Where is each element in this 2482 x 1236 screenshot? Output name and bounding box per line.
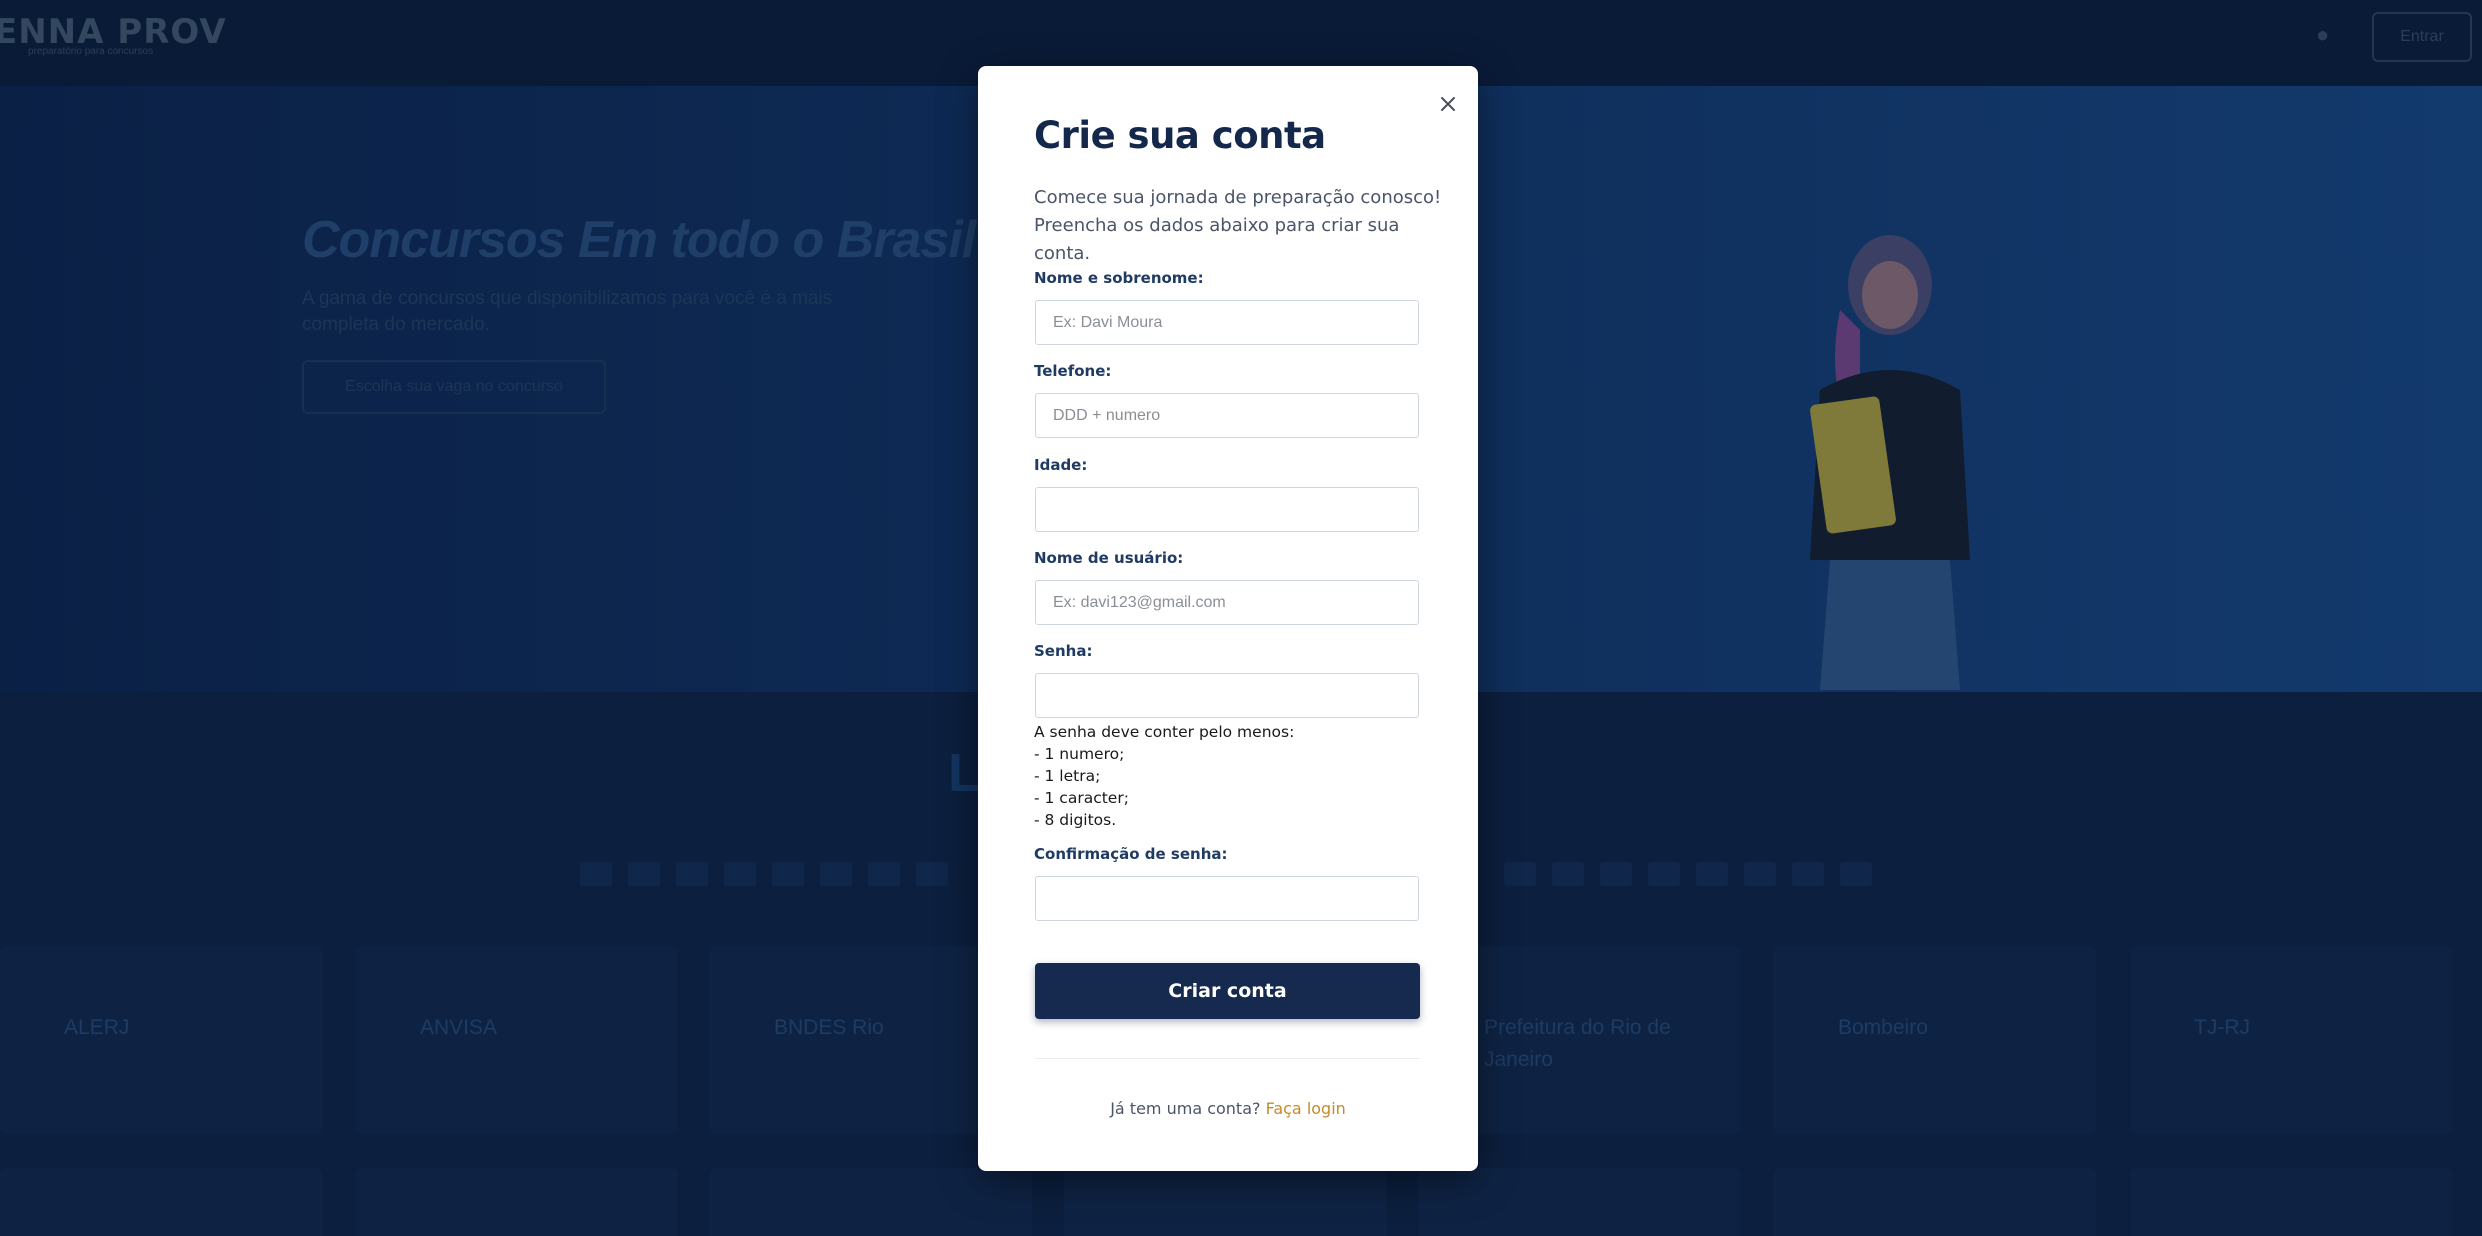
section-title-left: L bbox=[948, 743, 981, 803]
filter-pill bbox=[628, 862, 660, 886]
name-label: Nome e sobrenome: bbox=[1034, 269, 1204, 287]
contest-card-label: TJ-RJ bbox=[2194, 1016, 2250, 1039]
username-input[interactable] bbox=[1035, 580, 1419, 625]
username-label: Nome de usuário: bbox=[1034, 549, 1184, 567]
contest-card bbox=[356, 1168, 678, 1236]
signup-modal: Crie sua conta Comece sua jornada de pre… bbox=[978, 66, 1478, 1171]
site-logo-tagline: preparatório para concursos bbox=[28, 46, 154, 57]
contest-card: ALERJ bbox=[0, 946, 322, 1134]
password-rule-item: - 1 letra; bbox=[1034, 767, 1101, 785]
create-account-button[interactable]: Criar conta bbox=[1035, 963, 1420, 1019]
filter-pill bbox=[580, 862, 612, 886]
phone-label: Telefone: bbox=[1034, 362, 1112, 380]
filter-pill bbox=[724, 862, 756, 886]
filter-pill bbox=[1840, 862, 1872, 886]
filter-pill bbox=[1552, 862, 1584, 886]
modal-subtitle: Comece sua jornada de preparação conosco… bbox=[1034, 187, 1442, 264]
password-rule-item: - 1 caracter; bbox=[1034, 789, 1129, 807]
filter-pill bbox=[916, 862, 948, 886]
contest-card-label: Prefeitura do Rio de Janeiro bbox=[1484, 1016, 1671, 1071]
header-login-button: Entrar bbox=[2372, 12, 2472, 62]
close-icon[interactable] bbox=[1436, 92, 1460, 116]
login-prompt-text: Já tem uma conta? bbox=[1110, 1099, 1261, 1118]
contest-card bbox=[0, 1168, 322, 1236]
phone-input[interactable] bbox=[1035, 393, 1419, 438]
contest-card bbox=[1418, 1168, 1740, 1236]
password-rule-item: - 8 digitos. bbox=[1034, 811, 1117, 829]
filter-pill bbox=[676, 862, 708, 886]
filter-pill bbox=[1792, 862, 1824, 886]
contest-card-label: ALERJ bbox=[64, 1016, 130, 1039]
contest-card: TJ-RJ bbox=[2130, 946, 2452, 1134]
login-prompt: Já tem uma conta? Faça login bbox=[978, 1099, 1478, 1118]
filter-pill bbox=[1504, 862, 1536, 886]
divider bbox=[1035, 1058, 1420, 1059]
filter-pill bbox=[820, 862, 852, 886]
hero-button: Escolha sua vaga no concurso bbox=[302, 360, 606, 414]
contest-card-label: ANVISA bbox=[420, 1016, 498, 1039]
filter-pill bbox=[1744, 862, 1776, 886]
filter-pill bbox=[1600, 862, 1632, 886]
filter-pill bbox=[772, 862, 804, 886]
filter-pill bbox=[1648, 862, 1680, 886]
login-link[interactable]: Faça login bbox=[1266, 1099, 1346, 1118]
password-input[interactable] bbox=[1035, 673, 1419, 718]
confirm-password-label: Confirmação de senha: bbox=[1034, 845, 1228, 863]
contest-card-label: BNDES Rio bbox=[774, 1016, 884, 1039]
contest-card bbox=[1774, 1168, 2096, 1236]
hero-student-image bbox=[1810, 235, 1970, 690]
age-input[interactable] bbox=[1035, 487, 1419, 532]
password-rule-item: - 1 numero; bbox=[1034, 745, 1125, 763]
age-label: Idade: bbox=[1034, 456, 1088, 474]
contest-card-label: Bombeiro bbox=[1838, 1016, 1928, 1039]
hero-text: A gama de concursos que disponibilizamos… bbox=[302, 288, 833, 335]
filter-pill bbox=[1696, 862, 1728, 886]
filter-pill bbox=[868, 862, 900, 886]
contest-card: ANVISA bbox=[356, 946, 678, 1134]
name-input[interactable] bbox=[1035, 300, 1419, 345]
password-label: Senha: bbox=[1034, 642, 1093, 660]
contest-card: Bombeiro bbox=[1774, 946, 2096, 1134]
contest-card bbox=[2130, 1168, 2452, 1236]
contest-card bbox=[1064, 1168, 1386, 1236]
password-rules: A senha deve conter pelo menos: - 1 nume… bbox=[1034, 721, 1294, 831]
contest-card bbox=[710, 1168, 1032, 1236]
hero-title: Concursos Em todo o Brasil bbox=[302, 211, 976, 269]
password-rules-intro: A senha deve conter pelo menos: bbox=[1034, 723, 1295, 741]
confirm-password-input[interactable] bbox=[1035, 876, 1419, 921]
user-icon: ● bbox=[2316, 22, 2330, 47]
modal-title: Crie sua conta bbox=[1034, 114, 1326, 157]
